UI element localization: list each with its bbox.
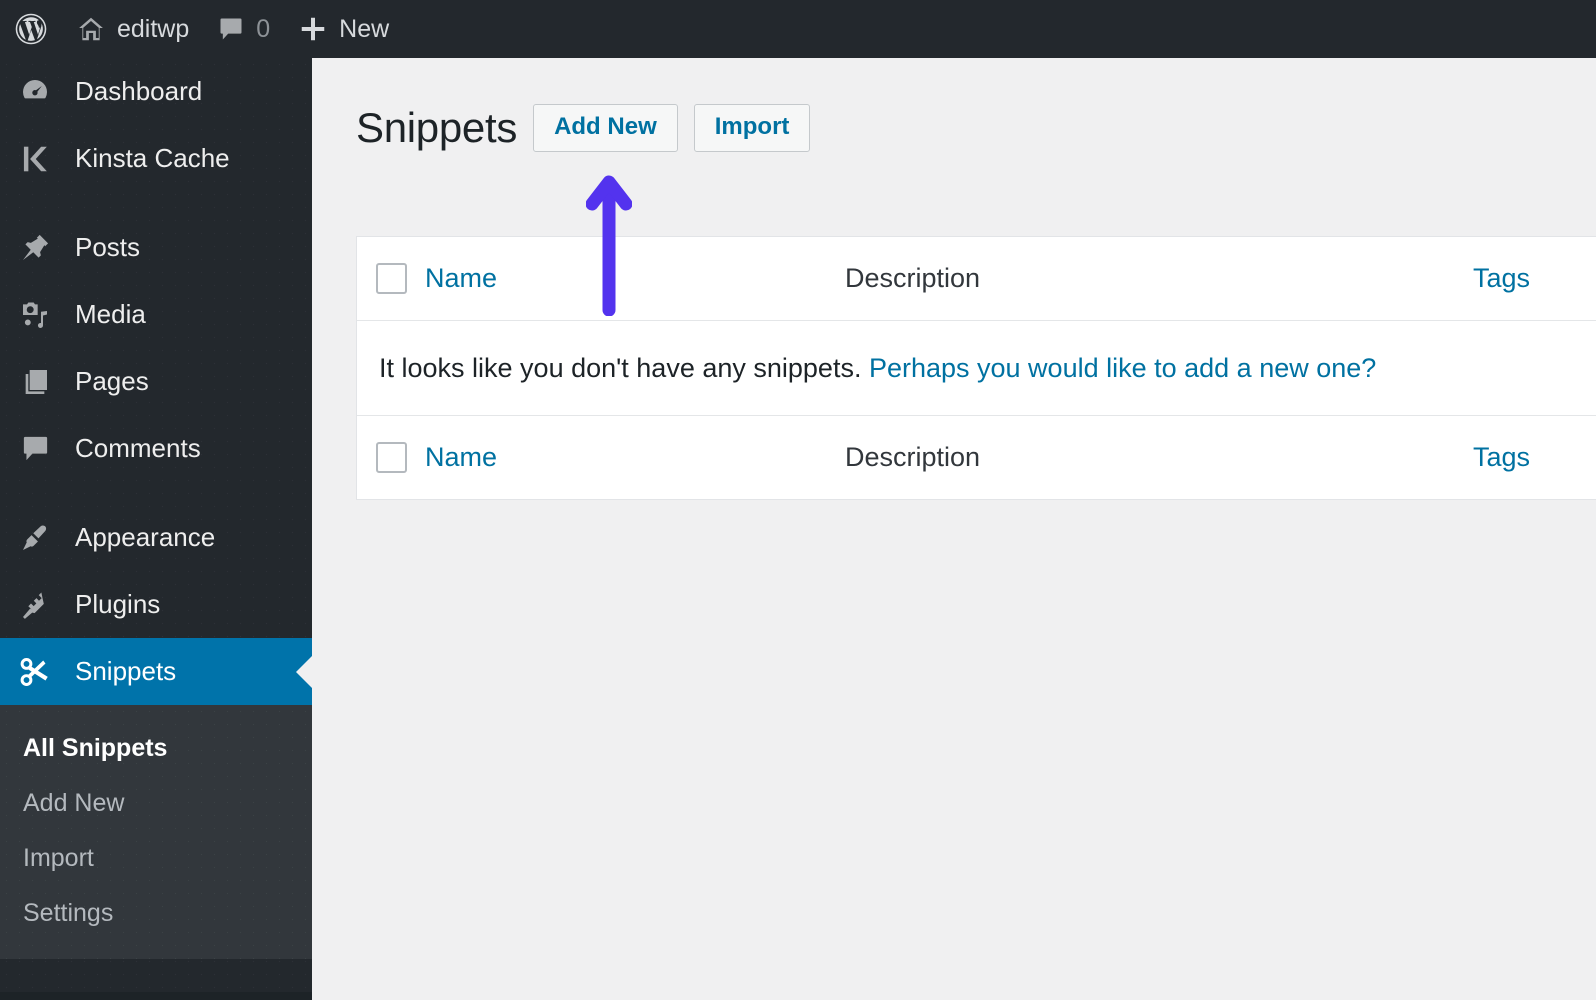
wordpress-logo-icon xyxy=(14,12,48,46)
pin-icon xyxy=(17,232,53,264)
new-content-menu-item[interactable]: New xyxy=(284,0,403,58)
site-name-menu-item[interactable]: editwp xyxy=(62,0,203,58)
table-header-row: Name Description Tags xyxy=(357,237,1596,321)
submenu-item-label: All Snippets xyxy=(23,734,168,762)
comments-menu-item[interactable]: 0 xyxy=(203,0,284,58)
pages-icon xyxy=(17,366,53,398)
site-name-label: editwp xyxy=(117,14,190,43)
submenu-item-label: Settings xyxy=(23,899,114,927)
sidebar-item-label: Appearance xyxy=(75,522,216,552)
admin-sidebar: Dashboard Kinsta Cache Posts Media Pages… xyxy=(0,58,312,1000)
submenu-item-label: Add New xyxy=(23,789,125,817)
select-all-cell xyxy=(357,263,425,294)
plus-icon xyxy=(298,14,328,44)
sidebar-item-plugins[interactable]: Plugins xyxy=(0,571,312,638)
add-new-button[interactable]: Add New xyxy=(533,104,678,152)
empty-state-row: It looks like you don't have any snippet… xyxy=(357,321,1596,415)
paintbrush-icon xyxy=(17,522,53,554)
sidebar-item-label: Pages xyxy=(75,366,149,396)
snippets-table: Name Description Tags It looks like you … xyxy=(356,236,1596,500)
column-footer-name[interactable]: Name xyxy=(425,442,845,473)
submenu-item-all-snippets[interactable]: All Snippets xyxy=(0,721,312,776)
select-all-checkbox[interactable] xyxy=(375,263,407,294)
sidebar-item-posts[interactable]: Posts xyxy=(0,214,312,281)
sidebar-separator xyxy=(0,192,312,214)
comment-bubble-icon xyxy=(17,433,53,464)
submenu-item-label: Import xyxy=(23,844,94,872)
snippets-submenu: All Snippets Add New Import Settings xyxy=(0,705,312,959)
sidebar-item-label: Kinsta Cache xyxy=(75,143,230,173)
sidebar-item-dashboard[interactable]: Dashboard xyxy=(0,58,312,125)
sidebar-item-label: Snippets xyxy=(75,656,177,686)
new-label: New xyxy=(339,14,390,43)
table-footer-row: Name Description Tags xyxy=(357,415,1596,499)
submenu-item-add-new[interactable]: Add New xyxy=(0,776,312,831)
page-header: Snippets Add New Import xyxy=(312,58,1596,152)
sidebar-item-label: Comments xyxy=(75,433,201,463)
sidebar-footer-strip xyxy=(0,992,312,1000)
comment-bubble-icon xyxy=(217,15,245,43)
sidebar-item-label: Dashboard xyxy=(75,76,203,106)
wp-logo-menu-item[interactable] xyxy=(0,0,62,58)
sidebar-item-label: Media xyxy=(75,299,146,329)
plug-icon xyxy=(17,589,53,621)
select-all-footer-cell xyxy=(357,442,425,473)
empty-state-message: It looks like you don't have any snippet… xyxy=(379,352,869,383)
comments-count: 0 xyxy=(256,14,271,43)
column-header-description: Description xyxy=(845,263,981,293)
sidebar-item-comments[interactable]: Comments xyxy=(0,415,312,482)
kinsta-k-icon xyxy=(17,143,53,175)
sidebar-item-label: Posts xyxy=(75,232,141,262)
sidebar-separator xyxy=(0,482,312,504)
sidebar-item-media[interactable]: Media xyxy=(0,281,312,348)
select-all-checkbox-footer[interactable] xyxy=(375,442,407,473)
sidebar-item-pages[interactable]: Pages xyxy=(0,348,312,415)
submenu-item-settings[interactable]: Settings xyxy=(0,886,312,941)
sidebar-item-label: Plugins xyxy=(75,589,161,619)
sidebar-item-appearance[interactable]: Appearance xyxy=(0,504,312,571)
column-header-name[interactable]: Name xyxy=(425,263,845,294)
sidebar-item-snippets[interactable]: Snippets xyxy=(0,638,312,705)
home-icon xyxy=(76,14,106,44)
column-header-tags[interactable]: Tags xyxy=(1405,263,1596,294)
add-new-snippet-link[interactable]: Perhaps you would like to add a new one? xyxy=(869,353,1376,384)
media-icon xyxy=(17,299,53,331)
scissors-icon xyxy=(17,655,53,689)
column-footer-description: Description xyxy=(845,442,981,472)
import-button[interactable]: Import xyxy=(693,104,811,152)
admin-bar: editwp 0 New xyxy=(0,0,1596,58)
submenu-item-import[interactable]: Import xyxy=(0,831,312,886)
main-content: Snippets Add New Import Name Description… xyxy=(312,58,1596,1000)
column-footer-tags[interactable]: Tags xyxy=(1405,442,1596,473)
sidebar-item-kinsta-cache[interactable]: Kinsta Cache xyxy=(0,125,312,192)
dashboard-icon xyxy=(17,76,53,108)
page-title: Snippets xyxy=(356,104,518,151)
